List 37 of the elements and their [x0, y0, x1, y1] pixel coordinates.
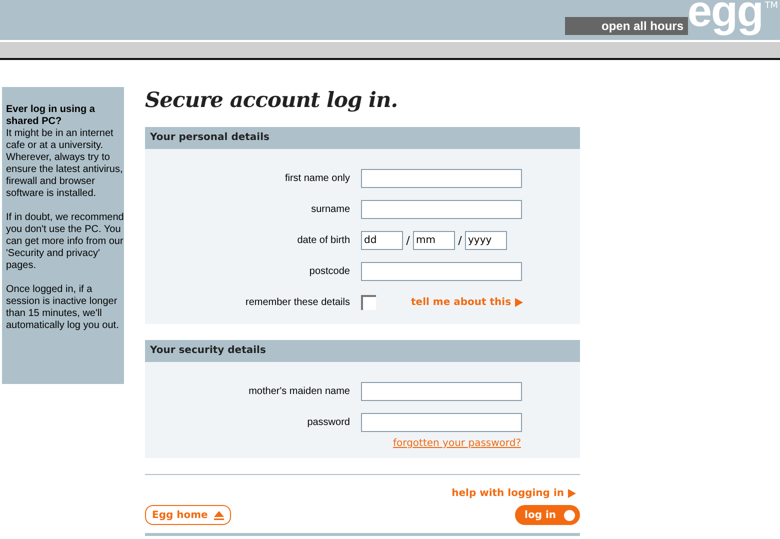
up-triangle-icon — [214, 510, 224, 520]
section-heading: Your security details — [145, 340, 580, 362]
field-label: surname — [310, 204, 350, 215]
info-paragraph: If in doubt, we recommend you don't use the PC. You can get more info from our 'Security and privacy' pages. — [6, 212, 124, 272]
tagline: open all hours — [565, 17, 688, 35]
date-field[interactable]: mm — [413, 231, 455, 250]
date-separator: / — [457, 234, 463, 247]
input-field[interactable] — [361, 169, 522, 188]
forgotten-password-link[interactable]: forgotten your password? — [393, 438, 521, 452]
field-label: mother's maiden name — [248, 386, 350, 397]
tell-me-link[interactable]: tell me about this — [411, 297, 524, 308]
input-field[interactable] — [361, 262, 522, 281]
input-field[interactable] — [361, 200, 522, 219]
egg-home-button[interactable]: Egg home — [145, 505, 231, 525]
info-title: Ever log in using a shared PC? — [6, 104, 96, 128]
logo[interactable]: egg — [688, 0, 765, 37]
field-label: password — [306, 417, 350, 428]
input-field[interactable] — [361, 382, 522, 401]
circle-icon — [564, 510, 575, 520]
date-separator: / — [405, 234, 411, 247]
play-arrow-icon — [515, 298, 524, 307]
info-paragraph: Once logged in, if a session is inactive longer than 15 minutes, we'll automatically log you out. — [6, 284, 120, 332]
date-field[interactable]: yyyy — [465, 231, 507, 250]
checkbox[interactable] — [361, 295, 376, 310]
play-arrow-icon — [568, 488, 576, 498]
page-title: Secure account log in. — [145, 87, 399, 113]
trademark: TM — [764, 1, 778, 11]
log-in-button[interactable]: log in — [514, 505, 580, 525]
input-field[interactable] — [361, 413, 522, 432]
section-heading: Your personal details — [145, 127, 580, 149]
field-label: date of birth — [296, 235, 350, 246]
field-label: postcode — [308, 266, 350, 277]
date-field[interactable]: dd — [361, 231, 403, 250]
field-label: remember these details — [244, 297, 350, 308]
info-paragraph: It might be in an internet cafe or at a university. Wherever, always try to ensure the latest antivirus, firewall and browser software is installed. — [6, 128, 124, 200]
help-link[interactable]: help with logging in — [452, 485, 576, 501]
field-label: first name only — [284, 173, 350, 184]
